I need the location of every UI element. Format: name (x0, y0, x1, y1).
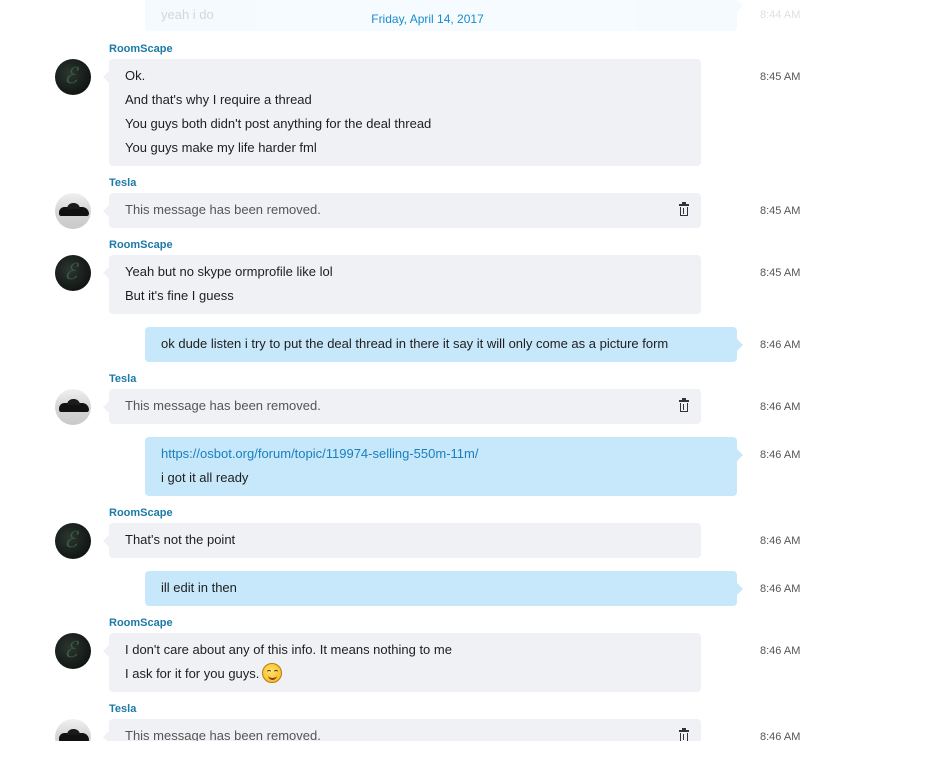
avatar[interactable] (55, 389, 91, 425)
message-text: I ask for it for you guys. (125, 666, 260, 681)
trash-icon[interactable] (679, 728, 689, 741)
message-bubble[interactable]: I don't care about any of this info. It … (103, 633, 701, 692)
removed-message-bubble[interactable]: This message has been removed. (103, 193, 701, 228)
message-text: Yeah but no skype ormprofile like lol (125, 264, 333, 279)
own-message-bubble[interactable]: https://osbot.org/forum/topic/119974-sel… (145, 437, 743, 496)
avatar[interactable] (55, 193, 91, 229)
message-time: 8:46 AM (760, 339, 801, 351)
trash-icon[interactable] (679, 202, 689, 216)
message-time: 8:46 AM (760, 535, 801, 547)
message-time: 8:46 AM (760, 731, 801, 741)
message-bubble[interactable]: Ok. And that's why I require a thread Yo… (103, 59, 701, 166)
message-text: You guys make my life harder fml (125, 140, 317, 155)
message-text: ill edit in then (161, 580, 237, 595)
sender-name[interactable]: Tesla (109, 373, 136, 385)
message-link[interactable]: https://osbot.org/forum/topic/119974-sel… (161, 442, 721, 466)
conversation-history[interactable]: yeah i do 8:44 AM Friday, April 14, 2017… (0, 0, 952, 741)
message-time: 8:45 AM (760, 205, 801, 217)
message-time: 8:46 AM (760, 401, 801, 413)
removed-message-bubble[interactable]: This message has been removed. (103, 389, 701, 424)
date-separator: Friday, April 14, 2017 (371, 12, 484, 26)
sender-name[interactable]: Tesla (109, 703, 136, 715)
removed-message-text: This message has been removed. (125, 398, 321, 413)
message-text: That's not the point (125, 532, 236, 547)
message-bubble[interactable]: Yeah but no skype ormprofile like lol Bu… (103, 255, 701, 314)
avatar[interactable]: ℰ (55, 255, 91, 291)
message-time: 8:46 AM (760, 449, 801, 461)
message-time: 8:45 AM (760, 267, 801, 279)
avatar[interactable]: ℰ (55, 523, 91, 559)
message-text: I don't care about any of this info. It … (125, 642, 452, 657)
avatar[interactable] (55, 719, 91, 741)
removed-message-text: This message has been removed. (125, 728, 321, 741)
own-message-bubble[interactable]: ok dude listen i try to put the deal thr… (145, 327, 743, 362)
removed-message-text: This message has been removed. (125, 202, 321, 217)
message-time: 8:46 AM (760, 583, 801, 595)
sender-name[interactable]: Tesla (109, 177, 136, 189)
own-message-bubble[interactable]: ill edit in then (145, 571, 743, 606)
removed-message-bubble[interactable]: This message has been removed. (103, 719, 701, 741)
trash-icon[interactable] (679, 398, 689, 412)
message-text: i got it all ready (161, 470, 249, 485)
avatar[interactable]: ℰ (55, 633, 91, 669)
sender-name[interactable]: RoomScape (109, 43, 173, 55)
sender-name[interactable]: RoomScape (109, 239, 173, 251)
message-text: ok dude listen i try to put the deal thr… (161, 336, 669, 351)
message-bubble[interactable]: That's not the point (103, 523, 701, 558)
sender-name[interactable]: RoomScape (109, 507, 173, 519)
message-time: 8:45 AM (760, 71, 801, 83)
message-text: Ok. (125, 68, 146, 83)
message-time: 8:46 AM (760, 645, 801, 657)
avatar[interactable]: ℰ (55, 59, 91, 95)
sender-name[interactable]: RoomScape (109, 617, 173, 629)
message-text: You guys both didn't post anything for t… (125, 116, 432, 131)
smirk-emoji-icon[interactable] (262, 663, 283, 683)
message-text: But it's fine I guess (125, 288, 234, 303)
message-text: And that's why I require a thread (125, 92, 312, 107)
